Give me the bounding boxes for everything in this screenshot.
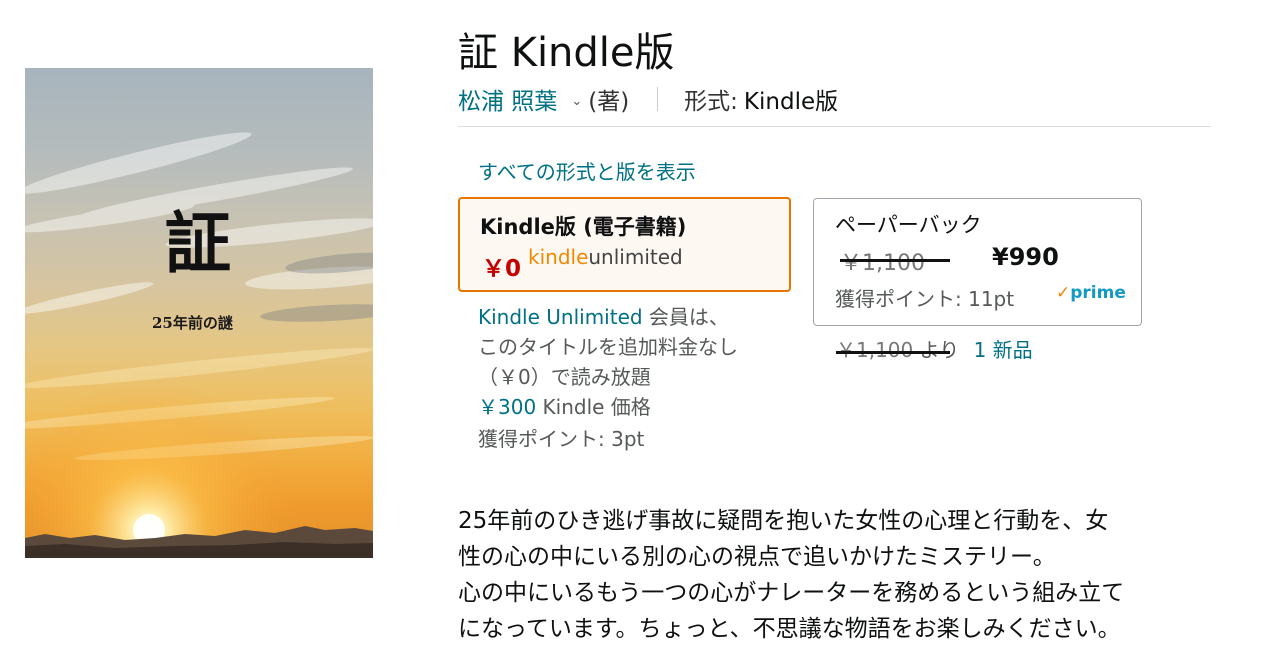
kindle-format-name: Kindle版 (電子書籍) (480, 215, 687, 239)
new-from-price: ￥1,100 (836, 338, 914, 362)
cover-title-text: 証 (165, 204, 231, 282)
description-line: 心の中にいるもう一つの心がナレーターを務めるという組み立て (458, 580, 1125, 606)
new-offers-link[interactable]: 1 新品 (974, 338, 1033, 362)
all-formats-link[interactable]: すべての形式と版を表示 (478, 156, 696, 185)
description-line: 25年前のひき逃げ事故に疑問を抱いた女性の心理と行動を、女 (458, 508, 1109, 534)
kindle-unlimited-logo: kindleunlimited (528, 245, 683, 269)
kindle-price-label: Kindle 価格 (536, 395, 651, 419)
new-from-text: より (919, 338, 960, 362)
new-from-strikethrough (836, 351, 950, 354)
format-label: 形式: (684, 89, 738, 115)
ku-logo-kindle: kindle (528, 245, 589, 269)
prime-badge: ✓prime (1056, 283, 1126, 303)
paperback-points: 獲得ポイント: 11pt (835, 287, 1015, 311)
product-title: 証 Kindle版 (458, 30, 675, 76)
kindle-unlimited-info: Kindle Unlimited 会員は、 このタイトルを追加料金なし （￥0）… (478, 302, 738, 454)
list-price-strikethrough (840, 259, 950, 262)
ku-logo-unlimited: unlimited (588, 245, 683, 269)
format-value: Kindle版 (743, 89, 839, 115)
prime-label: prime (1070, 283, 1126, 303)
kindle-price: ￥0 (482, 256, 522, 282)
format-option-kindle[interactable]: Kindle版 (電子書籍) ￥0 kindleunlimited (458, 197, 791, 292)
chevron-down-icon[interactable]: ⌄ (571, 94, 582, 109)
paperback-format-name: ペーパーバック (835, 213, 982, 237)
prime-check-icon: ✓ (1056, 283, 1071, 303)
author-link[interactable]: 松浦 照葉 (458, 82, 557, 116)
book-description: 25年前のひき逃げ事故に疑問を抱いた女性の心理と行動を、女 性の心の中にいる別の… (458, 503, 1218, 647)
ku-info-line2: このタイトルを追加料金なし (478, 335, 738, 359)
description-line: になっています。ちょっと、不思議な物語をお楽しみください。 (458, 616, 1121, 642)
kindle-unlimited-link[interactable]: Kindle Unlimited (478, 305, 643, 329)
format-option-paperback[interactable]: ペーパーバック ￥1,100 ¥990 獲得ポイント: 11pt ✓prime (813, 198, 1142, 326)
title-divider (458, 126, 1211, 127)
kindle-price-link[interactable]: ￥300 (478, 395, 536, 419)
paperback-new-from: ￥1,100 より 1 新品 (836, 334, 1033, 363)
paperback-sale-price: ¥990 (992, 243, 1059, 271)
book-cover-image[interactable]: 証 25年前の謎 (25, 68, 373, 558)
cover-subtitle-text: 25年前の謎 (152, 314, 233, 332)
kindle-points: 獲得ポイント: 3pt (478, 427, 645, 451)
ku-info-line3: （￥0）で読み放題 (478, 365, 651, 389)
ku-info-line1: 会員は、 (642, 305, 729, 329)
product-page: 証 25年前の謎 証 Kindle版 松浦 照葉 ⌄ (著) 形式: Kindl… (0, 0, 1280, 670)
description-line: 性の心の中にいる別の心の視点で追いかけたミステリー。 (458, 544, 1056, 570)
contribution-label: (著) (588, 89, 630, 115)
byline: 松浦 照葉 ⌄ (著) 形式: Kindle版 (458, 82, 838, 116)
byline-divider (657, 87, 659, 111)
